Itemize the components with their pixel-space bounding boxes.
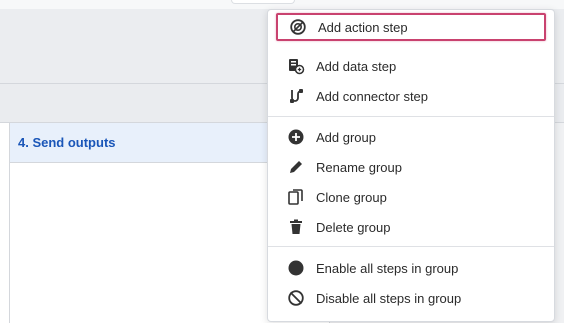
- menu-item-add-action-step[interactable]: Add action step: [276, 13, 546, 41]
- top-tab[interactable]: [231, 0, 295, 4]
- menu-item-add-data-step[interactable]: Add data step: [276, 52, 546, 80]
- menu-item-delete-group[interactable]: Delete group: [276, 213, 546, 241]
- previous-column: [0, 123, 10, 323]
- menu-item-label: Add data step: [316, 58, 397, 74]
- menu-item-add-connector-step[interactable]: Add connector step: [276, 82, 546, 110]
- menu-item-disable-all-steps[interactable]: Disable all steps in group: [276, 284, 546, 312]
- menu-item-label: Delete group: [316, 219, 391, 235]
- menu-item-label: Rename group: [316, 159, 402, 175]
- menu-item-label: Add action step: [318, 19, 408, 35]
- disabled-circle-icon: [286, 288, 306, 308]
- filled-circle-icon: [286, 258, 306, 278]
- menu-item-label: Clone group: [316, 189, 387, 205]
- menu-item-label: Disable all steps in group: [316, 290, 462, 306]
- context-menu: Add action step Add data step Add connec…: [267, 9, 555, 322]
- trash-icon: [286, 217, 306, 237]
- connector-step-icon: [286, 86, 306, 106]
- pencil-icon: [286, 157, 306, 177]
- menu-item-rename-group[interactable]: Rename group: [276, 153, 546, 181]
- menu-item-clone-group[interactable]: Clone group: [276, 183, 546, 211]
- menu-item-enable-all-steps[interactable]: Enable all steps in group: [276, 254, 546, 282]
- menu-item-label: Add connector step: [316, 88, 429, 104]
- menu-separator: [268, 246, 554, 247]
- action-step-icon: [288, 17, 308, 37]
- menu-item-label: Add group: [316, 129, 376, 145]
- copy-icon: [286, 187, 306, 207]
- menu-item-label: Enable all steps in group: [316, 260, 459, 276]
- data-step-icon: [286, 56, 306, 76]
- menu-item-add-group[interactable]: Add group: [276, 123, 546, 151]
- add-circle-icon: [286, 127, 306, 147]
- menu-separator: [268, 116, 554, 117]
